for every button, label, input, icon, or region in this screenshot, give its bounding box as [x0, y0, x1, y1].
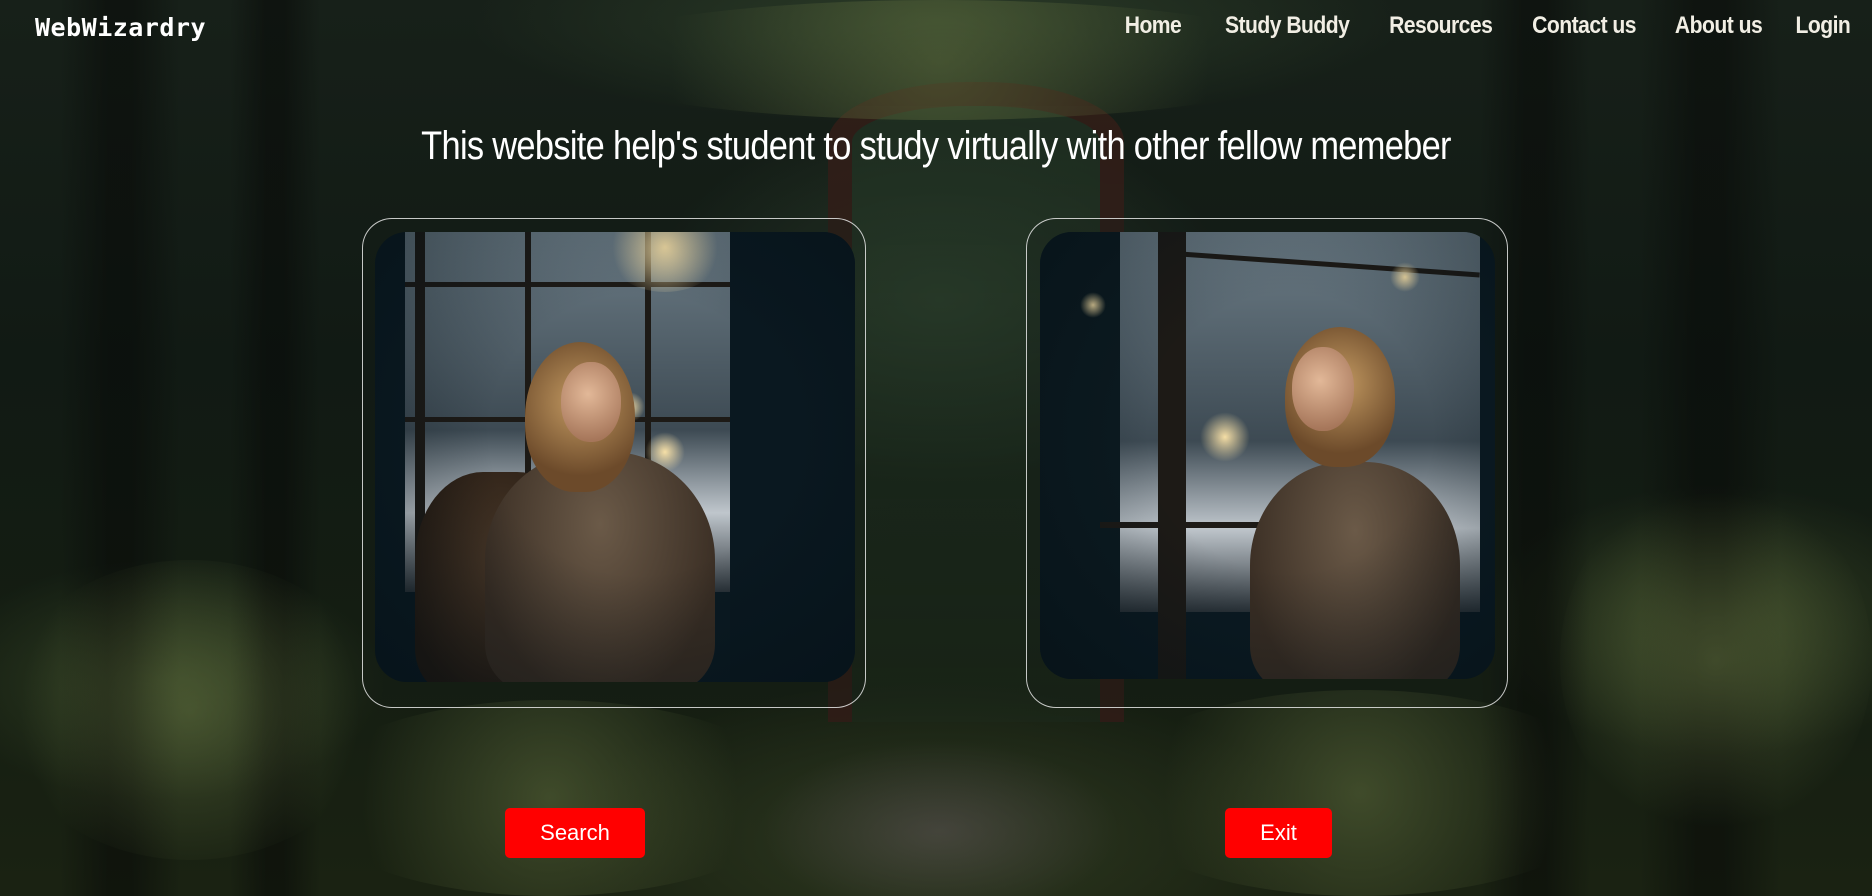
- nav-item-contact-us[interactable]: Contact us: [1533, 12, 1637, 40]
- page-headline: This website help's student to study vir…: [421, 124, 1451, 168]
- right-image-card: [1026, 218, 1508, 708]
- nav-item-login[interactable]: Login: [1795, 12, 1850, 40]
- top-navbar: WebWizardry Home Study Buddy Resources C…: [0, 0, 1872, 58]
- search-button[interactable]: Search: [505, 808, 645, 858]
- woman-by-window-photo-2: [1040, 232, 1495, 679]
- nav-item-home[interactable]: Home: [1125, 12, 1182, 40]
- nav-item-resources[interactable]: Resources: [1389, 12, 1493, 40]
- nav-item-study-buddy[interactable]: Study Buddy: [1225, 12, 1350, 40]
- nav-item-about-us[interactable]: About us: [1674, 12, 1762, 40]
- woman-by-window-photo: [375, 232, 855, 682]
- nav-menu: Home Study Buddy Resources Contact us Ab…: [1117, 12, 1850, 40]
- brand-logo[interactable]: WebWizardry: [35, 13, 206, 42]
- left-image-card: [362, 218, 866, 708]
- study-buddy-page: WebWizardry Home Study Buddy Resources C…: [0, 0, 1872, 896]
- exit-button[interactable]: Exit: [1225, 808, 1332, 858]
